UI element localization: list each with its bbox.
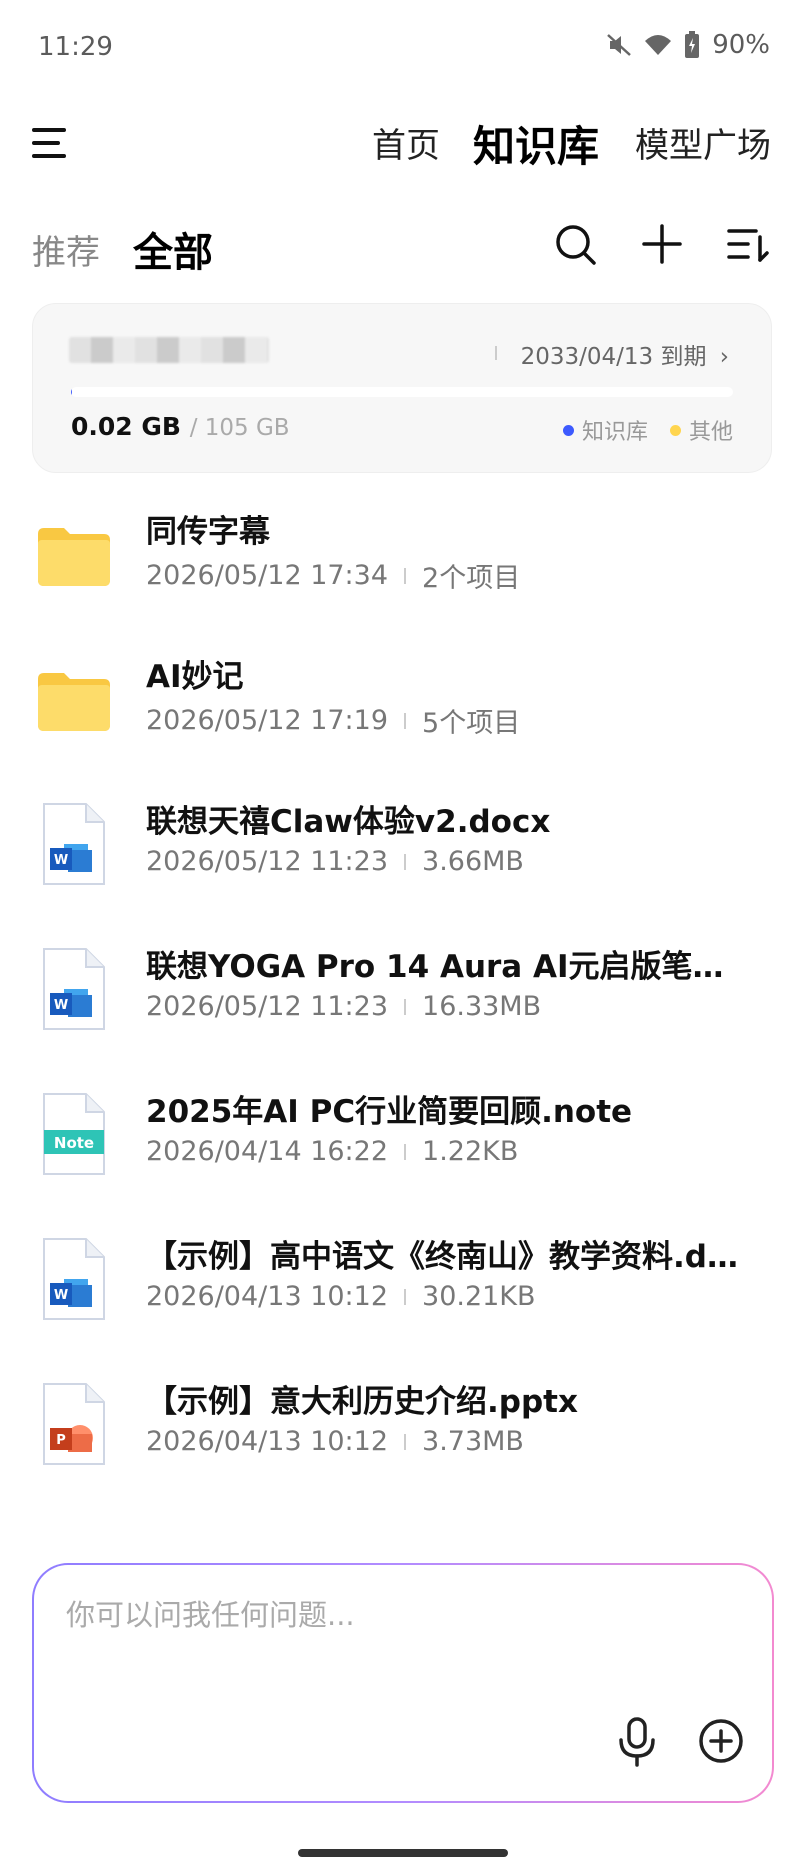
storage-card[interactable]: 2033/04/13 到期 › 0.02 GB / 105 GB 知识库 其他 [32, 303, 772, 473]
file-time: 2026/04/13 10:12 [146, 1281, 389, 1312]
svg-text:W: W [54, 1288, 68, 1303]
svg-text:W: W [54, 853, 68, 868]
list-fade-overlay [0, 1480, 800, 1540]
mute-icon [607, 34, 632, 56]
ask-input[interactable] [64, 1589, 668, 1641]
account-name-redacted [69, 337, 269, 363]
expiry-text: 2033/04/13 到期 [520, 344, 707, 370]
home-indicator[interactable] [298, 1849, 508, 1857]
tab-home[interactable]: 首页 [372, 118, 440, 167]
file-meta: 2026/05/12 17:19 5个项目 [146, 701, 520, 740]
status-bar: 11:29 90% [0, 0, 800, 100]
file-name: 【示例】意大利历史介绍.pptx [146, 1384, 578, 1420]
file-info: 3.66MB [422, 846, 524, 877]
file-row[interactable]: 同传字幕 2026/05/12 17:34 2个项目 [0, 490, 800, 635]
expiry-link[interactable]: 2033/04/13 到期 › [521, 337, 729, 371]
legend-label-other: 其他 [688, 420, 733, 445]
file-name: 联想YOGA Pro 14 Aura AI元启版笔记… [146, 949, 746, 985]
file-row[interactable]: W 【示例】高中语文《终南山》教学资料.d… 2026/04/13 10:12 30.… [0, 1215, 800, 1360]
file-row[interactable]: W 联想YOGA Pro 14 Aura AI元启版笔记… 2026/05/12 1… [0, 925, 800, 1070]
file-row[interactable]: Note 2025年AI PC行业简要回顾.note 2026/04/14 16:2… [0, 1070, 800, 1215]
legend-dot-other [669, 424, 681, 436]
file-time: 2026/04/14 16:22 [146, 1136, 389, 1167]
file-name: 联想天禧Claw体验v2.docx [146, 804, 551, 840]
storage-legend: 知识库 其他 [562, 414, 733, 446]
file-time: 2026/05/12 11:23 [146, 991, 389, 1022]
legend-label-knowledge: 知识库 [581, 420, 648, 445]
file-list: 同传字幕 2026/05/12 17:34 2个项目 AI妙记 2026/05/12 1… [0, 490, 800, 1525]
storage-used: 0.02 GB [71, 412, 181, 441]
expiry-divider [495, 346, 497, 360]
file-time: 2026/05/12 17:34 [146, 560, 389, 591]
file-meta: 2026/04/13 10:12 30.21KB [146, 1281, 536, 1312]
file-meta: 2026/05/12 11:23 16.33MB [146, 991, 541, 1022]
search-icon[interactable] [553, 222, 597, 266]
legend-dot-knowledge [562, 424, 574, 436]
file-name: AI妙记 [146, 659, 244, 695]
file-meta: 2026/05/12 17:34 2个项目 [146, 556, 520, 595]
status-time: 11:29 [38, 32, 113, 62]
folder-file-icon [34, 655, 114, 743]
file-time: 2026/04/13 10:12 [146, 1426, 389, 1457]
sort-icon[interactable] [726, 222, 770, 266]
wifi-icon [645, 35, 672, 55]
tab-model-square[interactable]: 模型广场 [635, 118, 771, 167]
file-meta: 2026/05/12 11:23 3.66MB [146, 846, 524, 877]
file-row[interactable]: AI妙记 2026/05/12 17:19 5个项目 [0, 635, 800, 780]
ppt-file-icon: P [34, 1380, 114, 1468]
ask-box[interactable] [32, 1563, 774, 1803]
status-icons: 90% [606, 30, 770, 60]
add-icon[interactable] [640, 222, 684, 266]
microphone-icon[interactable] [616, 1717, 658, 1767]
meta-divider [404, 712, 407, 729]
meta-divider [404, 1433, 407, 1450]
storage-progress-bar [71, 387, 733, 397]
file-name: 2025年AI PC行业简要回顾.note [146, 1094, 633, 1130]
file-info: 30.21KB [422, 1281, 536, 1312]
file-meta: 2026/04/14 16:22 1.22KB [146, 1136, 518, 1167]
storage-total: / 105 GB [189, 415, 290, 441]
storage-usage: 0.02 GB / 105 GB [71, 412, 290, 441]
file-info: 1.22KB [422, 1136, 519, 1167]
chevron-right-icon: › [719, 344, 729, 370]
file-info: 16.33MB [422, 991, 542, 1022]
subtab-recommend[interactable]: 推荐 [32, 225, 100, 274]
folder-file-icon [34, 510, 114, 598]
file-info: 2个项目 [422, 563, 521, 594]
file-name: 【示例】高中语文《终南山》教学资料.d… [146, 1239, 738, 1275]
battery-icon [685, 31, 700, 58]
svg-text:W: W [54, 998, 68, 1013]
subtab-all[interactable]: 全部 [133, 220, 213, 278]
meta-divider [404, 998, 407, 1015]
battery-percent: 90% [712, 30, 770, 60]
svg-text:P: P [56, 1433, 66, 1448]
menu-icon[interactable] [32, 128, 66, 158]
meta-divider [404, 1143, 407, 1160]
word-file-icon: W [34, 800, 114, 888]
meta-divider [404, 567, 407, 584]
word-file-icon: W [34, 945, 114, 1033]
file-row[interactable]: W 联想天禧Claw体验v2.docx 2026/05/12 11:23 3.66MB [0, 780, 800, 925]
meta-divider [404, 1288, 407, 1305]
word-file-icon: W [34, 1235, 114, 1323]
file-meta: 2026/04/13 10:12 3.73MB [146, 1426, 524, 1457]
add-circle-icon[interactable] [698, 1718, 744, 1764]
file-name: 同传字幕 [146, 514, 270, 550]
file-time: 2026/05/12 17:19 [146, 705, 389, 736]
meta-divider [404, 853, 407, 870]
svg-text:Note: Note [54, 1134, 94, 1152]
file-info: 3.73MB [422, 1426, 524, 1457]
tab-knowledge-base[interactable]: 知识库 [473, 113, 599, 174]
note-file-icon: Note [34, 1090, 114, 1178]
file-time: 2026/05/12 11:23 [146, 846, 389, 877]
file-info: 5个项目 [422, 708, 521, 739]
